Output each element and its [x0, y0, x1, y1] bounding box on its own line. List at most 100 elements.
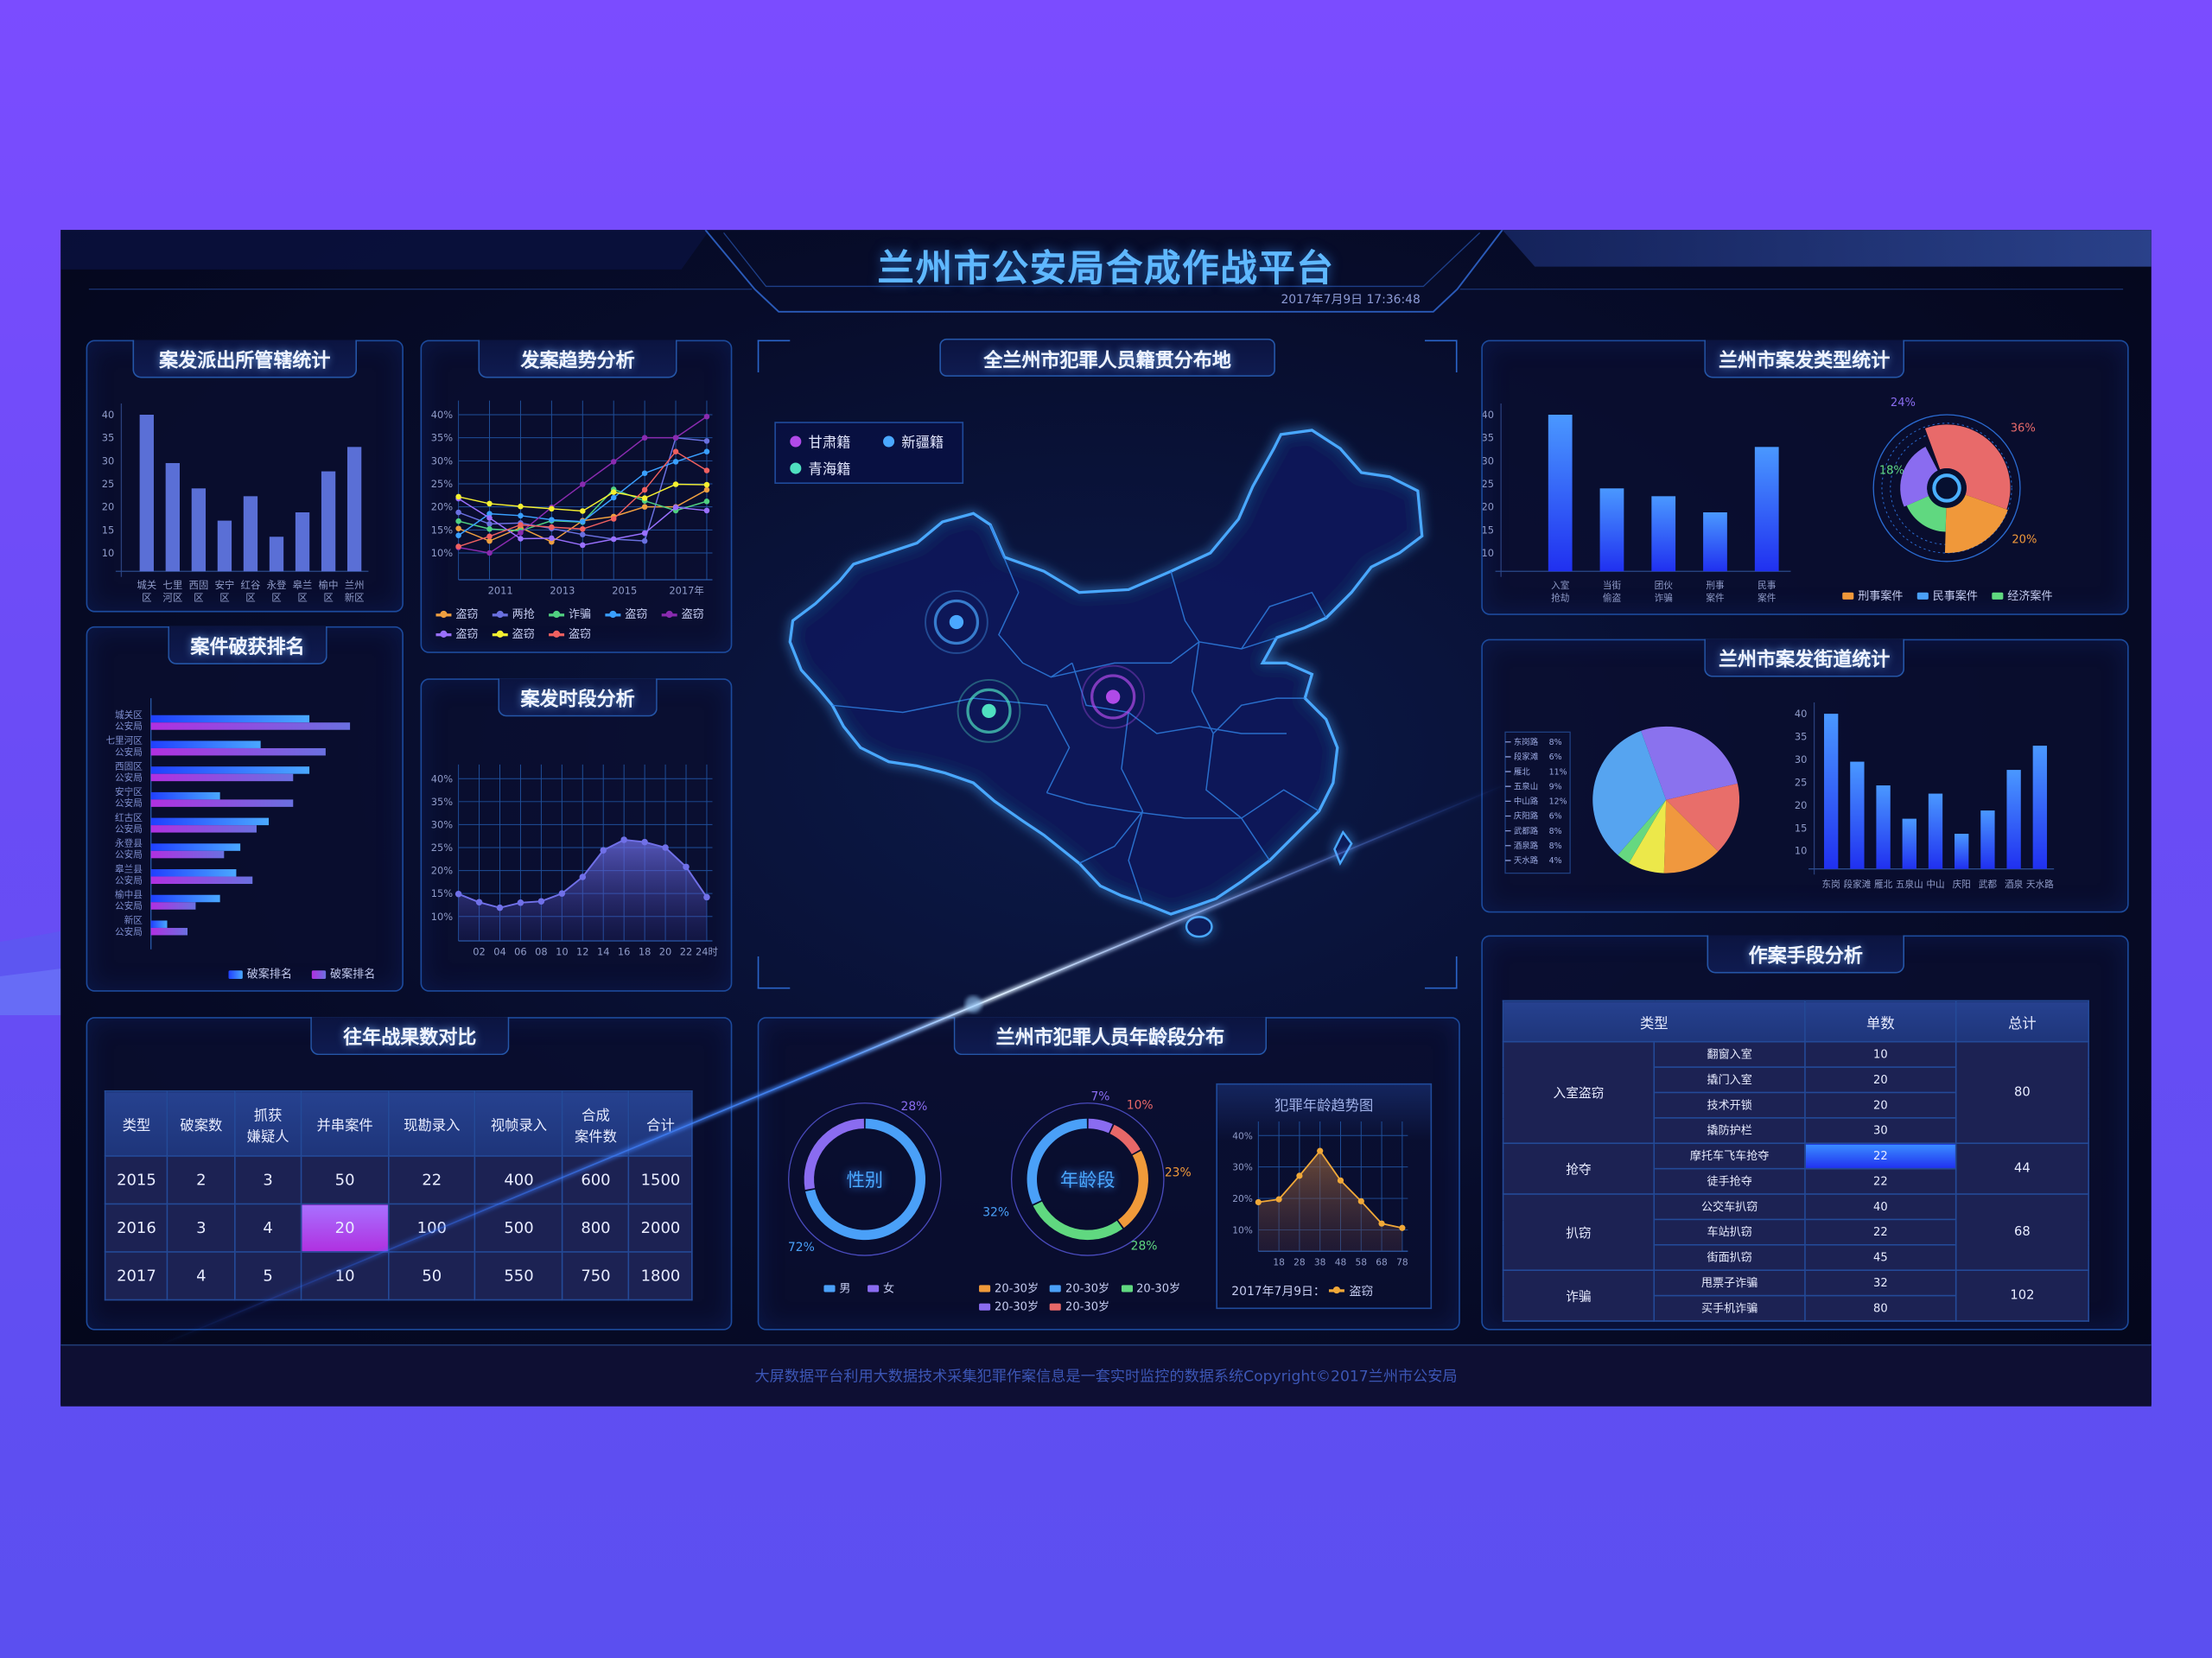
bar [2006, 770, 2021, 869]
hainan-outline [1185, 915, 1213, 938]
table-row: 诈骗 甩票子诈骗 32 102 [1502, 1269, 2089, 1322]
table-cell: 1500 [628, 1155, 693, 1205]
table-cell: 3 [233, 1155, 302, 1205]
history-table: 类型 破案数 抓获 嫌疑人 并串案件 现勘录入 视帧录入 合成 案件数 合计 2015 2 3 50 22 4… [104, 1090, 693, 1301]
table-cell: 2016 [104, 1203, 169, 1253]
y-tick-label: 20% [1232, 1193, 1253, 1204]
table-cell: 500 [474, 1203, 563, 1253]
china-outline [788, 429, 1424, 916]
percent-label: 18% [1879, 465, 1904, 478]
legend-item: 甘肃籍 [790, 430, 850, 451]
legend-item: 民事案件 [1916, 588, 1978, 604]
legend-item: 盗窃 [1329, 1282, 1374, 1299]
table-cell: 800 [562, 1203, 630, 1253]
method-name-cell: 翻窗入室 [1653, 1040, 1806, 1068]
x-tick-label: 48 [1335, 1256, 1347, 1267]
street-name: 东岗路 [1514, 737, 1539, 747]
y-tick-label: 20 [1483, 501, 1494, 513]
location-marker-0 [949, 614, 964, 630]
method-name-cell: 街面扒窃 [1653, 1243, 1806, 1272]
count-cell: 22 [1804, 1218, 1957, 1246]
count-cell: 40 [1804, 1193, 1957, 1221]
x-tick-label: 18 [1273, 1256, 1285, 1267]
bar [1599, 488, 1624, 572]
y-tick-label: 10 [1483, 547, 1494, 559]
table-cell: 2 [167, 1155, 236, 1205]
data-point [1255, 1198, 1262, 1206]
table-cell: 10 [300, 1251, 390, 1301]
y-tick-label: 40 [1483, 409, 1494, 421]
legend-label: 甘肃籍 [808, 435, 851, 452]
legend-item: 男 [823, 1280, 850, 1296]
street-name: 庆阳路 [1514, 811, 1539, 822]
y-tick-label: 15 [1795, 822, 1808, 834]
y-tick-label: 35 [1795, 731, 1808, 743]
methods-table: 类型 单数 总计 入室盗窃 翻窗入室 10 80 撬门入室 20 技术开锁 20 撬防护栏 30 抢夺 摩托… [1502, 1000, 2089, 1322]
gender-legend: 男女 [823, 1280, 894, 1296]
panel-streets: 兰州市案发街道统计 10 15 20 25 30 35 40 东岗 段家滩 雁北 五泉山 中山 庆阳 武都… [1481, 638, 2129, 913]
count-cell: 80 [1804, 1294, 1957, 1322]
table-cell: 1800 [628, 1251, 693, 1301]
table-header-row: 类型 单数 总计 [1502, 1000, 2089, 1043]
x-tick-label: 68 [1376, 1256, 1388, 1267]
table-cell: 600 [562, 1155, 630, 1205]
column-header: 并串案件 [300, 1090, 390, 1157]
y-tick-label: 25 [1795, 776, 1808, 788]
street-name: 酒泉路 [1514, 841, 1539, 851]
x-tick-label: 团伙 [1655, 580, 1674, 591]
legend-item: 青海籍 [790, 457, 850, 478]
total-cell: 44 [1955, 1142, 2089, 1195]
legend-label: 男 [839, 1282, 851, 1295]
header-text: 嫌疑人 [246, 1128, 289, 1145]
count-cell: 30 [1804, 1117, 1957, 1145]
table-cell: 400 [474, 1155, 563, 1205]
legend-label: 民事案件 [1932, 589, 1978, 603]
table-cell: 22 [387, 1155, 476, 1205]
legend-item: 新疆籍 [883, 430, 944, 451]
column-header: 合计 [628, 1090, 693, 1157]
column-header: 现勘录入 [387, 1090, 476, 1157]
taiwan-outline [1333, 829, 1353, 866]
x-tick-label: 案件 [1758, 593, 1777, 604]
footer-copyright: 大屏数据平台利用大数据技术采集犯罪作案信息是一套实时监控的数据系统Copyrig… [60, 1344, 2152, 1407]
data-point [1337, 1177, 1344, 1184]
legend-swatch-icon [1050, 1303, 1062, 1311]
legend-label: 盗窃 [1349, 1285, 1374, 1299]
age-trend-box: 犯罪年龄趋势图 10% 20% 30% 40% 18 28 38 48 58 68 78 2017年… [1216, 1083, 1433, 1310]
x-tick-label: 雁北 [1874, 879, 1893, 890]
bar [1902, 818, 1916, 869]
age-trend-chart: 10% 20% 30% 40% 18 28 38 48 58 68 78 [1232, 1121, 1408, 1267]
location-marker-2 [1105, 689, 1121, 704]
bar [1754, 447, 1779, 572]
legend-label: 青海籍 [808, 462, 851, 479]
legend-item: 20-30岁 [1050, 1299, 1109, 1315]
x-tick-label: 偷盗 [1603, 593, 1622, 604]
x-tick-label: 78 [1396, 1256, 1408, 1267]
donut-slice [1088, 1118, 1113, 1134]
x-tick-label: 58 [1356, 1256, 1368, 1267]
column-header: 总计 [1955, 1000, 2089, 1043]
y-tick-label: 20 [1795, 799, 1808, 811]
x-tick-label: 入室 [1551, 580, 1570, 591]
table-cell: 2015 [104, 1155, 169, 1205]
percent-label: 72% [788, 1241, 815, 1255]
x-tick-label: 酒泉 [2005, 879, 2024, 890]
age-trend-legend: 2017年7月9日： 盗窃 [1231, 1282, 1373, 1299]
bar [1955, 834, 1969, 869]
bar [1824, 714, 1839, 869]
legend-swatch-icon [1050, 1285, 1062, 1293]
legend-label: 20-30岁 [995, 1282, 1039, 1295]
header-text: 并串案件 [316, 1118, 373, 1134]
column-header: 类型 [1502, 1000, 1806, 1043]
y-tick-label: 40% [1232, 1130, 1253, 1141]
table-header-row: 类型 破案数 抓获 嫌疑人 并串案件 现勘录入 视帧录入 合成 案件数 合计 [104, 1090, 693, 1157]
percent-label: 23% [1165, 1166, 1192, 1180]
legend-label: 刑事案件 [1858, 589, 1904, 603]
x-tick-label: 28 [1294, 1256, 1306, 1267]
legend-swatch-icon [868, 1285, 880, 1293]
table-row: 2015 2 3 50 22 400 600 1500 [104, 1155, 693, 1205]
legend-item: 20-30岁 [1121, 1280, 1180, 1296]
method-name-cell: 车站扒窃 [1653, 1218, 1806, 1246]
header-text: 合成 [582, 1108, 610, 1124]
street-percent: 8% [1549, 842, 1562, 851]
